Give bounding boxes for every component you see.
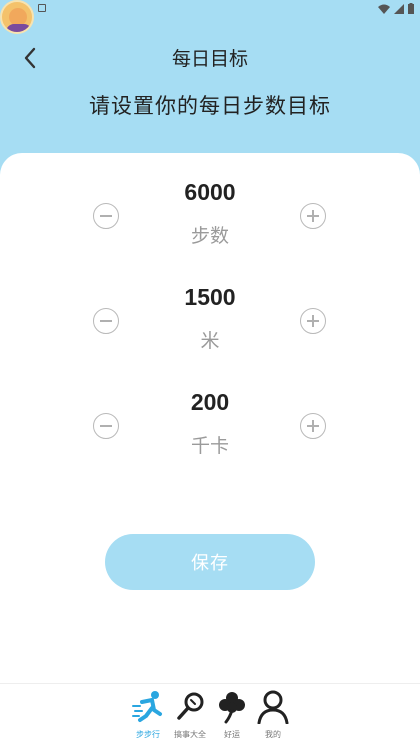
magnifier-icon <box>177 692 204 720</box>
goal-row-steps: 6000 步数 <box>0 179 420 283</box>
bottom-nav: 步步行 搞事大全 好运 我的 <box>0 683 420 748</box>
system-icons <box>378 3 414 14</box>
calories-value: 200 <box>190 389 230 415</box>
increase-calories-button[interactable] <box>300 413 326 439</box>
goal-row-distance: 1500 米 <box>0 284 420 388</box>
increase-distance-button[interactable] <box>300 308 326 334</box>
page-title: 每日目标 <box>171 48 248 70</box>
distance-unit: 米 <box>200 330 220 352</box>
distance-value: 1500 <box>184 284 236 310</box>
header: 每日目标 <box>0 36 420 76</box>
calories-unit: 千卡 <box>190 435 229 457</box>
nav-item-profile[interactable]: 我的 <box>253 690 293 744</box>
steps-value: 6000 <box>184 179 236 205</box>
battery-icon <box>408 3 414 14</box>
goal-card: 6000 步数 1500 米 200 千卡 <box>0 153 420 683</box>
app-avatar-icon <box>0 0 34 34</box>
person-icon <box>257 690 289 724</box>
save-button[interactable]: 保存 <box>105 534 315 590</box>
status-bar <box>0 0 420 34</box>
wifi-icon <box>378 4 390 14</box>
steps-unit: 步数 <box>190 225 229 247</box>
increase-steps-button[interactable] <box>300 203 326 229</box>
nav-label: 我的 <box>265 730 281 739</box>
minus-icon <box>100 320 112 322</box>
signal-icon <box>394 3 404 14</box>
goal-row-calories: 200 千卡 <box>0 389 420 493</box>
page-subtitle: 请设置你的每日步数目标 <box>89 94 331 118</box>
notification-icon <box>38 4 46 12</box>
minus-icon <box>100 215 112 217</box>
minus-icon <box>100 425 112 427</box>
runner-icon <box>132 691 162 722</box>
clover-icon <box>219 692 245 724</box>
